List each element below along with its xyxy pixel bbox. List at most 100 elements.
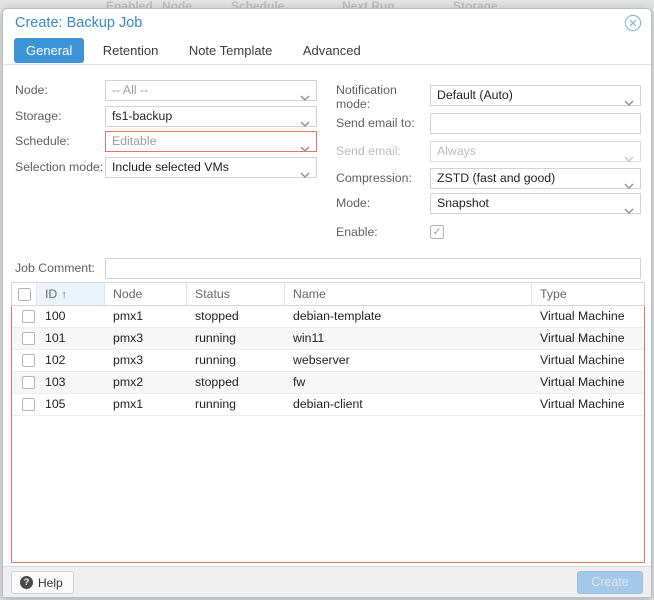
row-checkbox-cell: [12, 306, 37, 327]
mode-value: Snapshot: [437, 196, 489, 210]
compression-label: Compression:: [336, 168, 412, 189]
table-body: 100 pmx1 stopped debian-template Virtual…: [11, 306, 645, 563]
cell-node: pmx1: [105, 394, 187, 415]
check-icon: ✓: [432, 226, 441, 238]
schedule-select[interactable]: Editable: [105, 131, 317, 152]
table-header-row: ID ↑ Node Status Name Type: [11, 282, 645, 306]
chevron-down-icon: [624, 149, 634, 168]
compression-value: ZSTD (fast and good): [437, 171, 555, 185]
tab-note-template[interactable]: Note Template: [177, 38, 285, 63]
send-email-label: Send email:: [336, 141, 401, 162]
column-header-type[interactable]: Type: [532, 283, 644, 305]
send-email-select: Always: [430, 141, 641, 162]
job-comment-label: Job Comment:: [15, 258, 95, 279]
storage-label: Storage:: [15, 106, 62, 127]
cell-id: 101: [37, 328, 105, 349]
cell-type: Virtual Machine: [532, 372, 644, 393]
node-label: Node:: [15, 80, 48, 101]
column-header-name[interactable]: Name: [285, 283, 532, 305]
notification-mode-value: Default (Auto): [437, 88, 513, 102]
cell-node: pmx1: [105, 306, 187, 327]
cell-name: fw: [285, 372, 532, 393]
background-column-label: Schedule: [231, 0, 284, 8]
background-column-label: Storage: [453, 0, 498, 8]
cell-status: running: [187, 350, 285, 371]
column-header-id[interactable]: ID ↑: [37, 283, 105, 305]
chevron-down-icon: [624, 201, 634, 220]
chevron-down-icon: [300, 165, 310, 184]
tab-advanced[interactable]: Advanced: [291, 38, 373, 63]
selection-mode-select[interactable]: Include selected VMs: [105, 157, 317, 178]
help-button-label: Help: [38, 576, 63, 590]
create-backup-job-dialog: Create: Backup Job General Retention Not…: [2, 8, 652, 598]
table-row[interactable]: 100 pmx1 stopped debian-template Virtual…: [12, 306, 644, 328]
cell-status: running: [187, 394, 285, 415]
storage-value: fs1-backup: [112, 109, 172, 123]
cell-status: stopped: [187, 306, 285, 327]
node-value: -- All --: [112, 83, 148, 97]
column-header-id-label: ID: [45, 287, 57, 301]
cell-id: 105: [37, 394, 105, 415]
storage-select[interactable]: fs1-backup: [105, 106, 317, 127]
row-checkbox-cell: [12, 394, 37, 415]
schedule-value: Editable: [112, 134, 156, 148]
chevron-down-icon: [624, 93, 634, 112]
row-checkbox-cell: [12, 350, 37, 371]
send-email-to-input[interactable]: [430, 113, 641, 134]
cell-type: Virtual Machine: [532, 328, 644, 349]
row-checkbox[interactable]: [22, 398, 35, 411]
selection-mode-label: Selection mode:: [15, 157, 103, 178]
schedule-label: Schedule:: [15, 131, 70, 152]
row-checkbox[interactable]: [22, 376, 35, 389]
mode-select[interactable]: Snapshot: [430, 193, 641, 214]
chevron-down-icon: [300, 88, 310, 107]
cell-node: pmx2: [105, 372, 187, 393]
selection-mode-value: Include selected VMs: [112, 160, 229, 174]
create-button[interactable]: Create: [577, 571, 643, 594]
column-header-status[interactable]: Status: [187, 283, 285, 305]
node-select[interactable]: -- All --: [105, 80, 317, 101]
enable-label: Enable:: [336, 222, 378, 243]
background-column-label: Enabled: [106, 0, 153, 8]
send-email-value: Always: [437, 144, 476, 158]
close-icon[interactable]: [624, 14, 642, 32]
mode-label: Mode:: [336, 193, 370, 214]
background-column-label: Node: [162, 0, 192, 8]
help-button[interactable]: ? Help: [11, 571, 74, 594]
cell-name: win11: [285, 328, 532, 349]
cell-status: stopped: [187, 372, 285, 393]
sort-ascending-icon: ↑: [61, 289, 67, 301]
notification-mode-select[interactable]: Default (Auto): [430, 85, 641, 106]
tab-bar: General Retention Note Template Advanced: [3, 38, 651, 65]
row-checkbox-cell: [12, 372, 37, 393]
dialog-footer: ? Help Create: [3, 566, 651, 597]
cell-name: debian-client: [285, 394, 532, 415]
cell-node: pmx3: [105, 328, 187, 349]
chevron-down-icon: [300, 139, 310, 158]
cell-type: Virtual Machine: [532, 394, 644, 415]
notification-mode-label: Notification mode:: [336, 83, 426, 111]
table-row[interactable]: 105 pmx1 running debian-client Virtual M…: [12, 394, 644, 416]
table-row[interactable]: 103 pmx2 stopped fw Virtual Machine: [12, 372, 644, 394]
row-checkbox[interactable]: [22, 354, 35, 367]
background-grid-header: Enabled Node Schedule Next Run Storage: [0, 0, 654, 8]
job-comment-input[interactable]: [105, 258, 641, 279]
enable-checkbox[interactable]: ✓: [430, 225, 444, 239]
cell-id: 100: [37, 306, 105, 327]
tab-general[interactable]: General: [14, 38, 84, 63]
compression-select[interactable]: ZSTD (fast and good): [430, 168, 641, 189]
table-row[interactable]: 101 pmx3 running win11 Virtual Machine: [12, 328, 644, 350]
row-checkbox[interactable]: [22, 310, 35, 323]
cell-status: running: [187, 328, 285, 349]
send-email-to-label: Send email to:: [336, 113, 415, 134]
cell-node: pmx3: [105, 350, 187, 371]
tab-retention[interactable]: Retention: [91, 38, 171, 63]
cell-id: 102: [37, 350, 105, 371]
table-row[interactable]: 102 pmx3 running webserver Virtual Machi…: [12, 350, 644, 372]
select-all-checkbox[interactable]: [18, 288, 31, 301]
row-checkbox-cell: [12, 328, 37, 349]
row-checkbox[interactable]: [22, 332, 35, 345]
cell-type: Virtual Machine: [532, 306, 644, 327]
column-header-node[interactable]: Node: [105, 283, 187, 305]
cell-id: 103: [37, 372, 105, 393]
